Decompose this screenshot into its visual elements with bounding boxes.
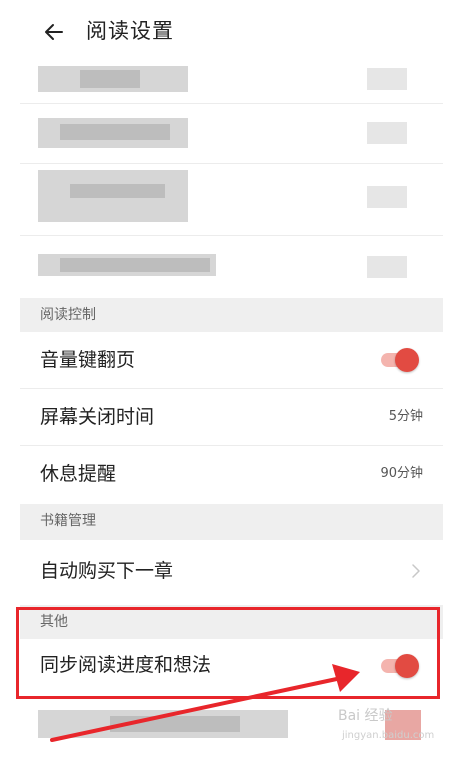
setting-label: 同步阅读进度和想法 bbox=[40, 654, 212, 676]
watermark-sub: jingyan.baidu.com bbox=[342, 730, 435, 741]
page-title: 阅读设置 bbox=[86, 19, 174, 43]
sync-progress-toggle[interactable] bbox=[381, 654, 419, 678]
section-title: 阅读控制 bbox=[40, 307, 96, 323]
chevron-right-icon bbox=[412, 564, 420, 578]
section-title: 其他 bbox=[40, 614, 68, 630]
setting-label: 音量键翻页 bbox=[40, 349, 136, 371]
section-book-management: 书籍管理 bbox=[20, 504, 443, 540]
blurred-row[interactable] bbox=[20, 104, 443, 164]
setting-screen-off-time[interactable]: 屏幕关闭时间 5分钟 bbox=[20, 389, 443, 446]
setting-label: 屏幕关闭时间 bbox=[40, 406, 155, 428]
setting-label: 休息提醒 bbox=[40, 463, 117, 485]
setting-label: 自动购买下一章 bbox=[40, 560, 174, 582]
setting-volume-page-turn[interactable]: 音量键翻页 bbox=[20, 332, 443, 389]
back-arrow-icon[interactable] bbox=[42, 20, 66, 44]
section-other: 其他 bbox=[20, 605, 443, 639]
setting-auto-buy[interactable]: 自动购买下一章 bbox=[20, 540, 443, 602]
section-reading-control: 阅读控制 bbox=[20, 298, 443, 332]
header: 阅读设置 bbox=[20, 0, 443, 62]
settings-screen: 阅读设置 阅读控制 音量键翻页 屏幕关闭时间 5分钟 休息提醒 90分钟 书籍管… bbox=[20, 0, 443, 764]
setting-rest-reminder[interactable]: 休息提醒 90分钟 bbox=[20, 446, 443, 502]
section-title: 书籍管理 bbox=[40, 513, 96, 529]
setting-value: 5分钟 bbox=[388, 409, 423, 424]
toggle-knob bbox=[395, 348, 419, 372]
toggle-knob bbox=[395, 654, 419, 678]
volume-page-toggle[interactable] bbox=[381, 348, 419, 372]
setting-sync-progress[interactable]: 同步阅读进度和想法 bbox=[20, 639, 443, 695]
blurred-row[interactable] bbox=[20, 164, 443, 236]
blurred-row[interactable] bbox=[20, 62, 443, 104]
setting-value: 90分钟 bbox=[380, 466, 423, 481]
watermark: Bai 经验 bbox=[338, 708, 393, 724]
blurred-row[interactable] bbox=[20, 236, 443, 296]
